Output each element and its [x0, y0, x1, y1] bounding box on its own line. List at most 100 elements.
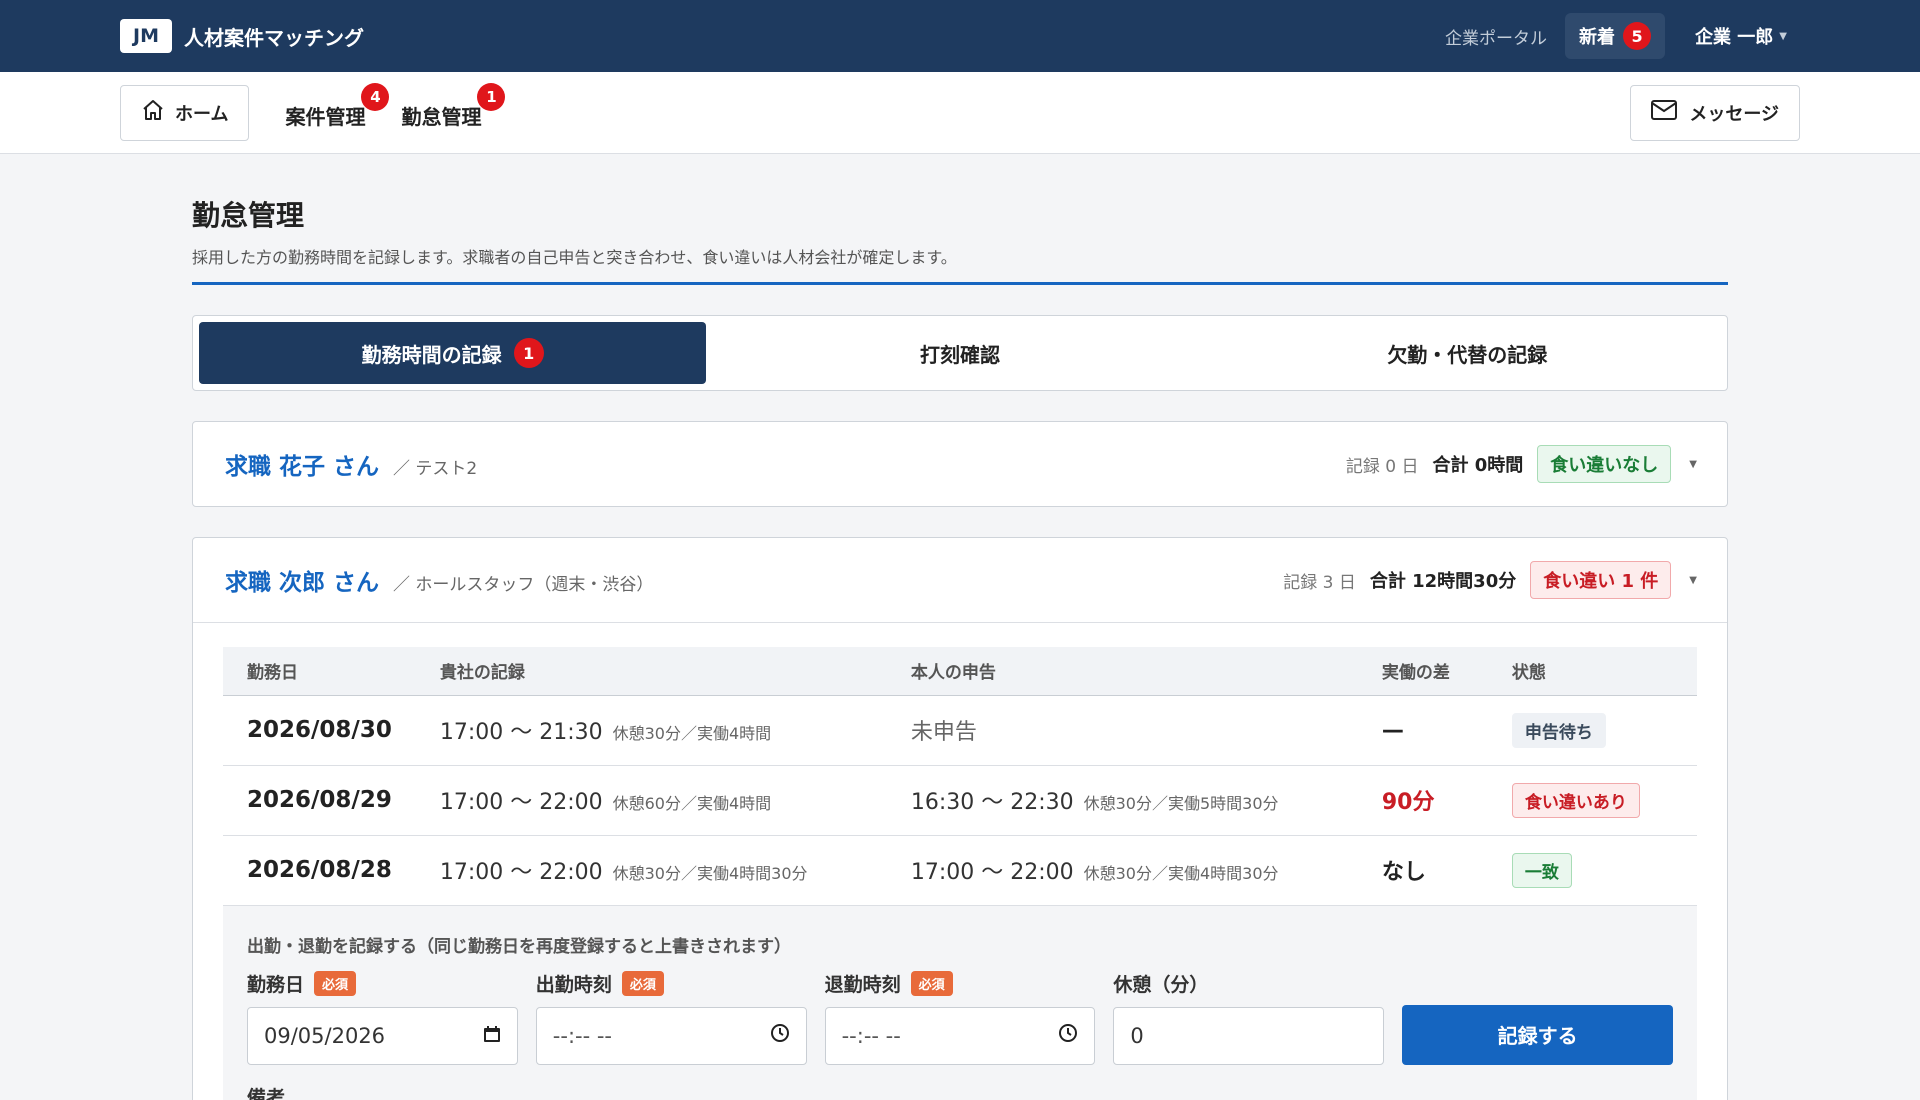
new-label: 新着	[1579, 27, 1616, 48]
self-note: 休憩30分／実働4時間30分	[1083, 864, 1279, 883]
self-note: 休憩30分／実働5時間30分	[1083, 794, 1279, 813]
page-title: 勤怠管理	[192, 199, 305, 232]
company-record: 17:00 〜 21:30 休憩30分／実働4時間	[415, 695, 887, 766]
start-time-input[interactable]: --:-- --	[535, 1006, 807, 1065]
tab-clock-check-label: 打刻確認	[919, 342, 1000, 367]
calendar-icon[interactable]	[483, 1024, 501, 1048]
form-row: 勤務日 必須 09/05/2026 出勤時刻 必須 --:-- -- 退勤時刻 …	[247, 967, 1673, 1065]
table-row[interactable]: 2026/08/30 17:00 〜 21:30 休憩30分／実働4時間 未申告 …	[223, 695, 1697, 766]
form-caption: 出勤・退勤を記録する（同じ勤務日を再度登録すると上書きされます）	[247, 936, 791, 957]
total-hours: 合計 0時間	[1432, 455, 1524, 476]
tab-absence[interactable]: 欠勤・代替の記録	[1214, 322, 1721, 384]
date-input[interactable]: 09/05/2026	[247, 1006, 518, 1065]
new-count-badge: 5	[1623, 22, 1652, 50]
portal-link[interactable]: 企業ポータル	[1445, 24, 1547, 49]
worker-role: ／ テスト2	[393, 459, 478, 479]
end-label: 退勤時刻	[824, 974, 901, 996]
new-notifications-button[interactable]: 新着 5	[1565, 13, 1666, 59]
company-note: 休憩30分／実働4時間	[612, 724, 772, 743]
self-time: 16:30 〜 22:30	[910, 790, 1074, 815]
worker-name[interactable]: 求職 次郎 さん	[225, 563, 379, 597]
brand-logo: JM	[120, 19, 172, 53]
nav-projects[interactable]: 案件管理 4	[285, 83, 390, 130]
end-time-placeholder: --:-- --	[841, 1023, 901, 1048]
record-days: 記録 3 日	[1283, 572, 1356, 593]
projects-count-badge: 4	[361, 83, 390, 111]
required-badge: 必須	[621, 971, 664, 996]
diff-value: 90分	[1357, 765, 1488, 836]
nav-bar: ホーム 案件管理 4 勤怠管理 1 メッセージ	[0, 72, 1920, 154]
col-company-record: 貴社の記録	[415, 647, 887, 696]
worker-info: 求職 次郎 さん ／ ホールスタッフ（週末・渋谷）	[225, 563, 653, 597]
caret-down-icon: ▼	[1779, 30, 1787, 42]
user-name: 企業 一郎	[1695, 27, 1774, 48]
self-time: 未申告	[910, 720, 977, 745]
attendance-count-badge: 1	[477, 83, 506, 111]
date-value: 09/05/2026	[264, 1023, 386, 1048]
mail-icon	[1651, 100, 1678, 125]
tab-work-hours-badge: 1	[513, 338, 544, 368]
self-report: 未申告	[886, 695, 1358, 766]
messages-label: メッセージ	[1689, 103, 1779, 125]
tab-bar: 勤務時間の記録 1 打刻確認 欠勤・代替の記録	[192, 315, 1728, 391]
end-time-field: 退勤時刻 必須 --:-- --	[824, 967, 1096, 1065]
work-date: 2026/08/30	[223, 695, 416, 766]
worker-card: 求職 花子 さん ／ テスト2 記録 0 日 合計 0時間 食い違いなし ▼	[192, 421, 1728, 507]
messages-button[interactable]: メッセージ	[1630, 84, 1800, 141]
user-menu[interactable]: 企業 一郎 ▼	[1695, 23, 1787, 49]
break-field-label: 休憩（分）	[1113, 967, 1384, 1001]
memo-label: 備考	[247, 1086, 286, 1100]
brand[interactable]: JM 人材案件マッチング	[120, 19, 364, 53]
home-button[interactable]: ホーム	[120, 84, 250, 141]
tab-work-hours[interactable]: 勤務時間の記録 1	[199, 322, 707, 384]
col-diff: 実働の差	[1357, 647, 1488, 696]
submit-record-button[interactable]: 記録する	[1402, 1004, 1673, 1065]
worker-card-header[interactable]: 求職 花子 さん ／ テスト2 記録 0 日 合計 0時間 食い違いなし ▼	[193, 422, 1727, 506]
break-label: 休憩（分）	[1113, 974, 1209, 996]
status-badge: 食い違いなし	[1537, 445, 1672, 483]
start-label: 出勤時刻	[535, 974, 612, 996]
expand-icon[interactable]: ▼	[1689, 575, 1697, 586]
self-report: 17:00 〜 22:00 休憩30分／実働4時間30分	[886, 835, 1358, 906]
self-report: 16:30 〜 22:30 休憩30分／実働5時間30分	[886, 765, 1358, 836]
work-date: 2026/08/28	[223, 835, 416, 906]
break-field: 休憩（分） 0	[1113, 967, 1385, 1065]
end-time-input[interactable]: --:-- --	[824, 1006, 1096, 1065]
company-time: 17:00 〜 22:00	[439, 860, 603, 885]
date-label: 勤務日	[247, 974, 305, 996]
status-cell: 食い違いあり	[1487, 765, 1697, 836]
worker-summary: 記録 0 日 合計 0時間 食い違いなし ▼	[1346, 445, 1697, 483]
page-description: 採用した方の勤務時間を記録します。求職者の自己申告と突き合わせ、食い違いは人材会…	[192, 248, 957, 267]
start-field-label: 出勤時刻 必須	[536, 967, 807, 1001]
clock-icon[interactable]	[1058, 1023, 1078, 1048]
worker-card: 求職 次郎 さん ／ ホールスタッフ（週末・渋谷） 記録 3 日 合計 12時間…	[192, 537, 1728, 1100]
tab-clock-check[interactable]: 打刻確認	[706, 322, 1213, 384]
worker-name[interactable]: 求職 花子 さん	[225, 447, 379, 481]
required-badge: 必須	[910, 971, 953, 996]
table-row[interactable]: 2026/08/28 17:00 〜 22:00 休憩30分／実働4時間30分 1…	[223, 835, 1697, 906]
end-field-label: 退勤時刻 必須	[825, 967, 1096, 1001]
company-record: 17:00 〜 22:00 休憩60分／実働4時間	[415, 765, 887, 836]
attendance-table: 勤務日 貴社の記録 本人の申告 実働の差 状態 2026/08/30 17:00…	[223, 647, 1697, 906]
work-date: 2026/08/29	[223, 765, 416, 836]
total-hours: 合計 12時間30分	[1369, 571, 1517, 592]
top-bar: JM 人材案件マッチング 企業ポータル 新着 5 企業 一郎 ▼	[0, 0, 1920, 72]
nav-projects-label: 案件管理	[285, 105, 366, 129]
worker-summary: 記録 3 日 合計 12時間30分 食い違い 1 件 ▼	[1283, 561, 1697, 599]
clock-icon[interactable]	[770, 1023, 790, 1048]
nav-attendance[interactable]: 勤怠管理 1	[401, 83, 506, 130]
tab-absence-label: 欠勤・代替の記録	[1387, 342, 1548, 367]
table-row[interactable]: 2026/08/29 17:00 〜 22:00 休憩60分／実働4時間 16:3…	[223, 765, 1697, 836]
status-badge: 食い違い 1 件	[1530, 561, 1672, 599]
tab-work-hours-label: 勤務時間の記録	[361, 342, 502, 367]
worker-card-header[interactable]: 求職 次郎 さん ／ ホールスタッフ（週末・渋谷） 記録 3 日 合計 12時間…	[193, 538, 1727, 622]
expand-icon[interactable]: ▼	[1689, 459, 1697, 470]
app-name: 人材案件マッチング	[184, 25, 364, 50]
status-badge: 申告待ち	[1511, 712, 1606, 748]
break-value: 0	[1130, 1023, 1144, 1048]
status-badge: 一致	[1511, 852, 1572, 888]
record-form: 出勤・退勤を記録する（同じ勤務日を再度登録すると上書きされます） 勤務日 必須 …	[223, 905, 1697, 1100]
nav-left: ホーム 案件管理 4 勤怠管理 1	[120, 83, 506, 141]
main-content: 勤怠管理 採用した方の勤務時間を記録します。求職者の自己申告と突き合わせ、食い違…	[0, 194, 1920, 1100]
break-input[interactable]: 0	[1113, 1006, 1385, 1065]
